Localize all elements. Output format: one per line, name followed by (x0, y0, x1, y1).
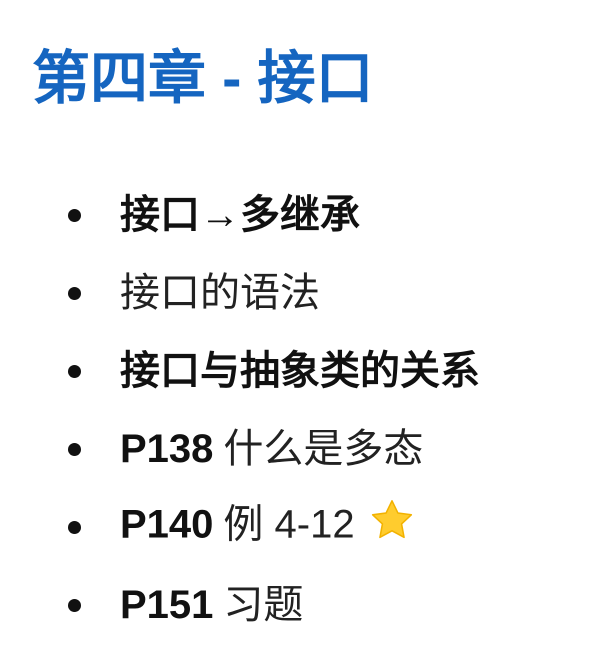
list-item-plain-text: 习题 (223, 583, 304, 627)
page-title: 第四章 - 接口 (32, 46, 374, 111)
bullet-dot (68, 209, 81, 222)
bullet-dot (68, 599, 81, 612)
list-item-text: P140 例 4-12 (120, 500, 415, 550)
list-item-plain-text: 什么是多态 (223, 427, 424, 471)
star-icon (369, 499, 415, 550)
list-item-text: P151 习题 (120, 585, 303, 625)
list-item-bold-text: 接口与抽象类的关系 (120, 349, 480, 393)
bullet-dot (68, 365, 81, 378)
slide-page: 第四章 - 接口 接口→多继承 接口的语法 接口与抽象类的关系 P138 什么是多… (0, 0, 607, 656)
page-reference: P151 (120, 583, 214, 627)
bullet-dot (68, 443, 81, 456)
list-item-text: P138 什么是多态 (120, 429, 423, 469)
bullet-dot (68, 287, 81, 300)
list-item-text: 接口与抽象类的关系 (120, 351, 480, 391)
list-item-bold-text: 接口→多继承 (120, 193, 360, 237)
page-reference: P138 (120, 427, 214, 471)
page-reference: P140 (120, 502, 214, 547)
list-item-plain-text: 例 4-12 (223, 502, 355, 547)
list-item-text: 接口的语法 (120, 273, 320, 313)
bullet-dot (68, 521, 81, 534)
list-item-text: 接口→多继承 (120, 195, 360, 235)
list-item-plain-text: 接口的语法 (120, 271, 320, 315)
